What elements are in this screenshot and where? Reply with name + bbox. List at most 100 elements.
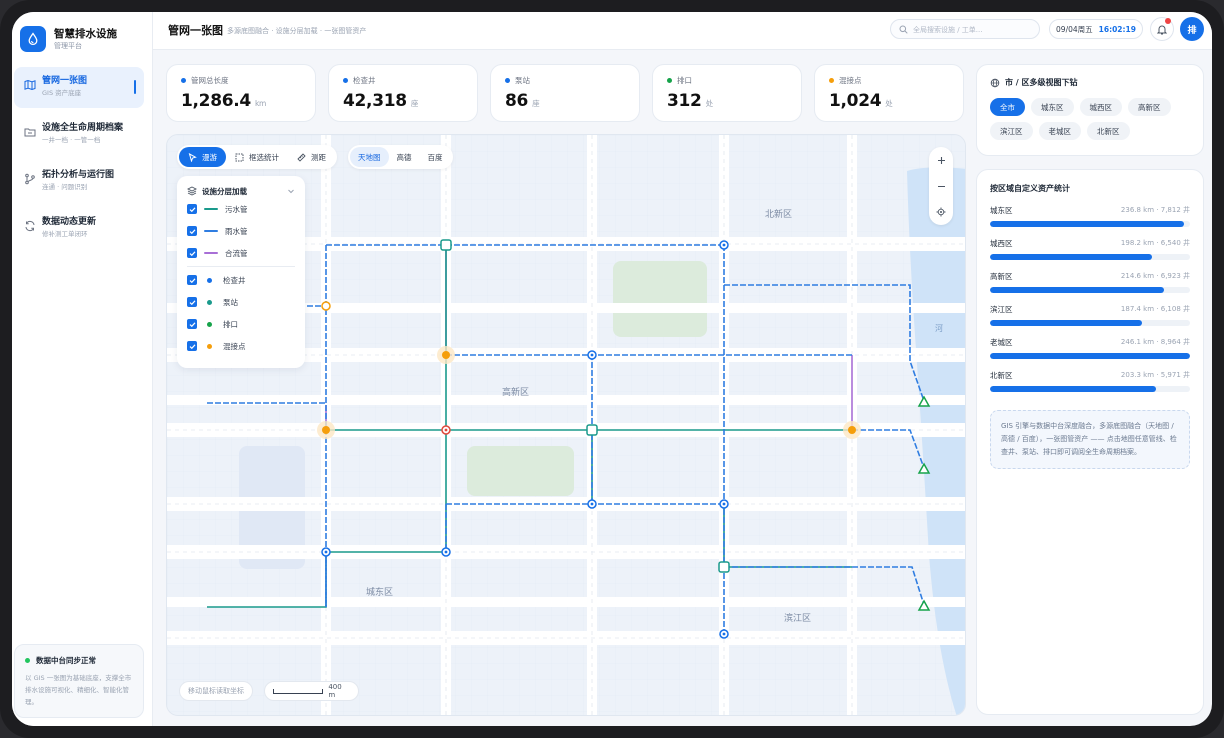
layer-toggle-combined[interactable]: 合流管 [187, 242, 295, 264]
district-stat-row[interactable]: 滨江区 187.4 km · 6,108 井 [990, 304, 1190, 326]
minus-icon [937, 185, 945, 187]
district-bar-fill [990, 353, 1190, 359]
region-chip-city[interactable]: 全市 [990, 98, 1025, 116]
district-bar-fill [990, 221, 1184, 227]
legend-dot-swatch [207, 277, 212, 283]
checkbox-checked-icon[interactable] [187, 248, 197, 258]
sidebar-item-sub: 一井一档 · 一管一档 [42, 136, 101, 144]
sidebar-item-lifecycle[interactable]: 设施全生命周期档案 一井一档 · 一管一档 [14, 114, 144, 155]
brand-title: 智慧排水设施 [54, 27, 117, 40]
layer-panel-title: 设施分层加载 [202, 186, 247, 196]
district-bar-fill [990, 254, 1152, 260]
legend-dot-swatch [207, 343, 212, 349]
sidebar-item-pipe-map[interactable]: 管网一张图 GIS 资产底座 [14, 67, 144, 108]
panel-title: 市 / 区多级视图下钻 [990, 77, 1190, 88]
river-label: 河 [935, 324, 943, 333]
region-chip-binjiang[interactable]: 滨江区 [990, 122, 1033, 140]
select-box-icon [235, 153, 244, 161]
stat-value: 1,286.4 km [181, 91, 301, 111]
stat-label: 管网总长度 [181, 75, 301, 86]
checkbox-checked-icon[interactable] [187, 204, 197, 214]
stat-value-text: 1,286.4 [181, 91, 251, 111]
sidebar-item-data-update[interactable]: 数据动态更新 修补测工单闭环 [14, 208, 144, 249]
layer-toggle-storm[interactable]: 雨水管 [187, 220, 295, 242]
basemap-tianditu-button[interactable]: 天地图 [350, 147, 389, 167]
sync-status-title: 数据中台同步正常 [25, 655, 133, 666]
district-stat-row[interactable]: 老城区 246.1 km · 8,964 井 [990, 337, 1190, 359]
stat-unit: 处 [705, 99, 714, 108]
district-bar-track [990, 353, 1190, 359]
stat-value-text: 312 [667, 91, 702, 111]
ruler-icon [297, 152, 306, 162]
layer-toggle-pump[interactable]: 泵站 [187, 291, 295, 313]
scale-label: 400 m [328, 683, 342, 699]
district-stat-row[interactable]: 城西区 198.2 km · 6,540 井 [990, 238, 1190, 260]
stat-unit: 座 [532, 99, 540, 108]
layer-label: 泵站 [223, 297, 238, 307]
region-chip-group: 全市 城东区 城西区 高新区 滨江区 老城区 北新区 [990, 98, 1190, 140]
zoom-in-button[interactable] [929, 147, 953, 173]
notification-button[interactable] [1150, 17, 1174, 41]
layer-panel: 设施分层加载 污水管 雨水管 合流管 检查井 泵站 排口 混接点 [177, 176, 305, 368]
district-bar-fill [990, 320, 1142, 326]
stat-label: 混接点 [829, 75, 949, 86]
checkbox-checked-icon[interactable] [187, 275, 197, 285]
global-search-input[interactable]: 全局搜索设施 / 工单... [890, 19, 1040, 39]
top-header: 管网一张图 多源底图融合 · 设施分层加载 · 一张图管资产 全局搜索设施 / … [153, 12, 1212, 50]
stat-card-mixed-connections: 混接点 1,024 处 [814, 64, 964, 122]
layer-toggle-manhole[interactable]: 检查井 [187, 269, 295, 291]
map-tool-group: 漫游 框选统计 测距 [177, 145, 337, 169]
district-stat-header: 城西区 198.2 km · 6,540 井 [990, 238, 1190, 249]
user-avatar[interactable]: 排 [1180, 17, 1204, 41]
region-chip-laocheng[interactable]: 老城区 [1038, 122, 1081, 140]
district-stat-header: 高新区 214.6 km · 6,923 井 [990, 271, 1190, 282]
sidebar-item-label: 拓扑分析与运行图 [42, 170, 115, 180]
district-stat-row[interactable]: 城东区 236.8 km · 7,812 井 [990, 205, 1190, 227]
district-bar-track [990, 386, 1190, 392]
stat-value: 42,318 座 [343, 91, 463, 111]
layer-toggle-outfall[interactable]: 排口 [187, 313, 295, 335]
park-area [613, 261, 707, 337]
district-bar-fill [990, 386, 1156, 392]
layer-panel-header[interactable]: 设施分层加载 [187, 184, 295, 198]
stat-label-text: 混接点 [839, 76, 862, 85]
sidebar-item-label: 数据动态更新 [42, 217, 97, 227]
region-chip-chengdong[interactable]: 城东区 [1031, 98, 1074, 116]
coordinate-readout: 移动鼠标读取坐标 [179, 681, 253, 701]
tool-box-select-button[interactable]: 框选统计 [226, 147, 288, 167]
layer-label: 检查井 [223, 275, 246, 285]
gis-map[interactable]: 北新区 高新区 城东区 滨江区 河 漫游 框选统计 测距 天地图 高德 百度 设… [166, 134, 966, 716]
district-bar-fill [990, 287, 1164, 293]
checkbox-checked-icon[interactable] [187, 341, 197, 351]
layer-toggle-mixed[interactable]: 混接点 [187, 335, 295, 357]
layers-icon [187, 186, 197, 196]
sidebar-nav: 管网一张图 GIS 资产底座 设施全生命周期档案 一井一档 · 一管一档 拓扑分… [14, 67, 144, 255]
tool-label: 漫游 [202, 152, 217, 162]
layer-toggle-sewage[interactable]: 污水管 [187, 198, 295, 220]
district-stat-row[interactable]: 北新区 203.3 km · 5,971 井 [990, 370, 1190, 392]
sidebar-item-label: 管网一张图 [42, 76, 88, 86]
checkbox-checked-icon[interactable] [187, 297, 197, 307]
basemap-baidu-button[interactable]: 百度 [420, 147, 451, 167]
tool-measure-button[interactable]: 测距 [288, 147, 335, 167]
zoom-out-button[interactable] [929, 173, 953, 199]
layer-label: 混接点 [223, 341, 246, 351]
checkbox-checked-icon[interactable] [187, 319, 197, 329]
region-chip-chengxi[interactable]: 城西区 [1079, 98, 1122, 116]
district-bar-track [990, 254, 1190, 260]
sidebar-item-topology[interactable]: 拓扑分析与运行图 连通 · 问题识别 [14, 161, 144, 202]
district-name: 高新区 [990, 272, 1013, 281]
district-stats-panel: 按区域自定义资产统计 城东区 236.8 km · 7,812 井城西区 198.2… [976, 169, 1204, 715]
info-note: GIS 引擎与数据中台深度融合，多源底图融合（天地图 / 高德 / 百度），一张… [990, 410, 1190, 469]
layer-label: 合流管 [225, 248, 248, 258]
tool-label: 框选统计 [249, 152, 279, 162]
district-bar-track [990, 320, 1190, 326]
region-chip-beixin[interactable]: 北新区 [1087, 122, 1130, 140]
checkbox-checked-icon[interactable] [187, 226, 197, 236]
region-chip-gaoxin[interactable]: 高新区 [1128, 98, 1171, 116]
tool-label: 测距 [311, 152, 326, 162]
tool-pan-button[interactable]: 漫游 [179, 147, 226, 167]
basemap-amap-button[interactable]: 高德 [389, 147, 420, 167]
district-stat-row[interactable]: 高新区 214.6 km · 6,923 井 [990, 271, 1190, 293]
locate-button[interactable] [929, 199, 953, 225]
